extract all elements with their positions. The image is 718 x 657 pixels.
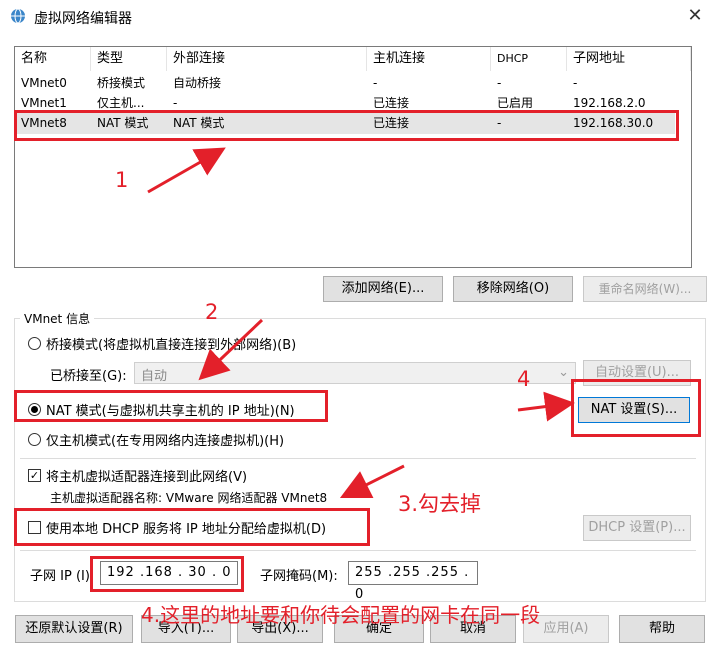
arrow-2: [198, 318, 264, 381]
annotation-3: 3.勾去掉: [398, 492, 482, 516]
annotation-2: 2: [205, 300, 219, 324]
arrow-1: [147, 147, 226, 194]
annotation-4: 4: [517, 367, 531, 391]
arrow-4: [517, 391, 575, 422]
arrow-3: [339, 464, 405, 499]
annotation-arrows: [147, 147, 575, 499]
annotation-4-note: 4.这里的地址要和你待会配置的网卡在同一段: [141, 603, 541, 627]
annotation-1: 1: [115, 168, 129, 192]
